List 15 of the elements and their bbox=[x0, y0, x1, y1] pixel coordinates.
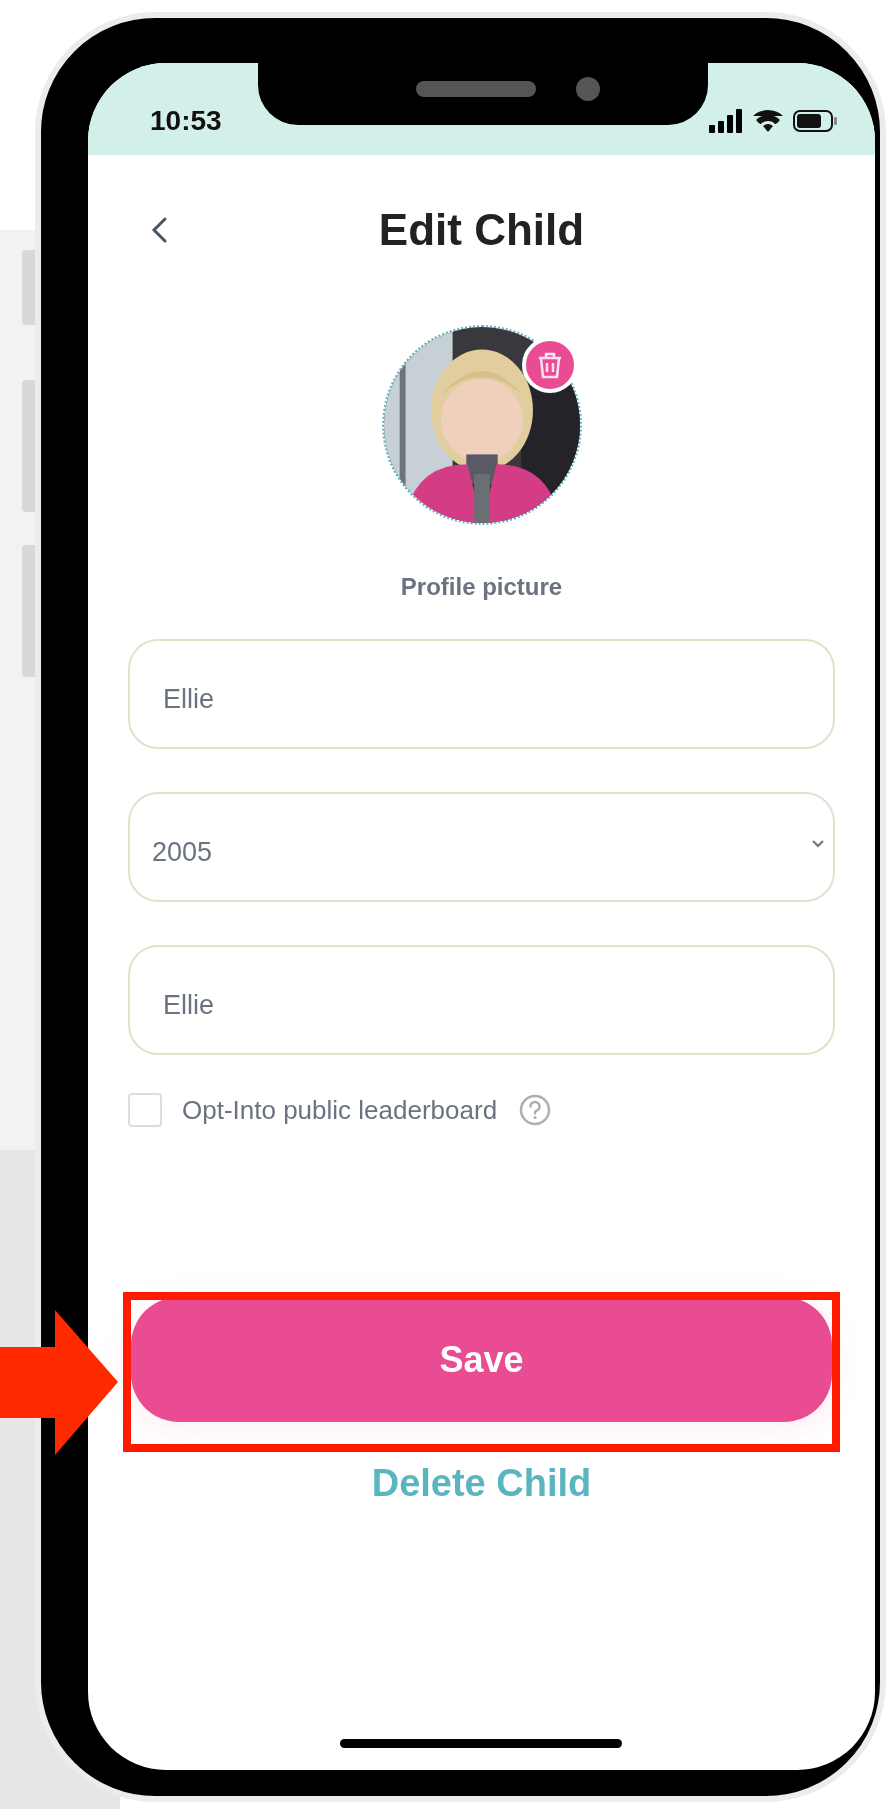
name-field[interactable]: Ellie bbox=[128, 639, 835, 749]
trash-icon bbox=[536, 351, 563, 379]
arrow-icon bbox=[0, 1310, 118, 1455]
signal-icon bbox=[709, 109, 743, 133]
battery-icon bbox=[793, 110, 837, 132]
checkbox-label: Opt-Into public leaderboard bbox=[182, 1094, 498, 1126]
name-field[interactable]: Ellie bbox=[128, 945, 835, 1055]
year-dropdown[interactable]: 2005 bbox=[128, 792, 835, 902]
page-title: Edit Child bbox=[378, 205, 585, 255]
checkbox[interactable] bbox=[128, 1093, 162, 1127]
profile-picture-label: Profile picture bbox=[400, 573, 563, 601]
status-time: 10:53 bbox=[150, 105, 222, 137]
save-button[interactable]: Save bbox=[131, 1297, 832, 1422]
chevron-down-icon bbox=[811, 839, 825, 849]
wifi-icon bbox=[753, 110, 783, 132]
